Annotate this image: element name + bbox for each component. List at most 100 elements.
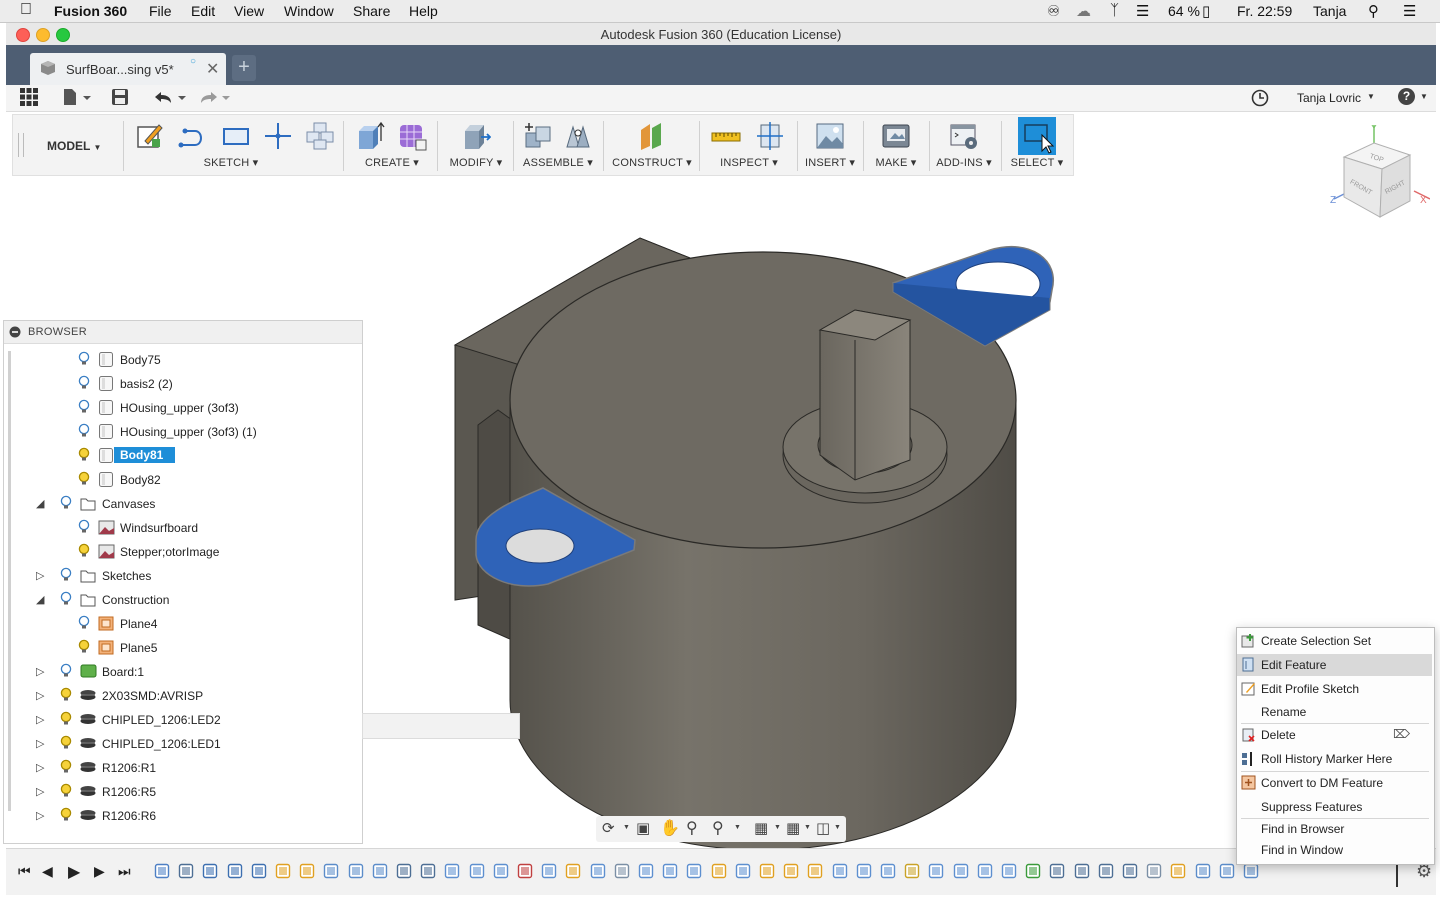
visibility-bulb-icon[interactable] bbox=[78, 639, 90, 658]
expand-node-icon[interactable]: ▷ bbox=[36, 665, 44, 678]
timeline-feature-extrude-icon[interactable] bbox=[348, 863, 364, 882]
visibility-bulb-icon[interactable] bbox=[78, 375, 90, 394]
select-tool-active-bg[interactable] bbox=[1018, 117, 1056, 155]
timeline-feature-move-icon[interactable] bbox=[1098, 863, 1114, 882]
browser-row[interactable]: HOusing_upper (3of3) bbox=[4, 398, 360, 418]
document-tab[interactable]: SurfBoar...sing v5* ○ ✕ bbox=[30, 53, 226, 85]
orbit-dropdown-icon[interactable]: ▼ bbox=[623, 824, 630, 831]
visibility-bulb-icon[interactable] bbox=[78, 447, 90, 466]
browser-row[interactable]: ▷ 2X03SMD:AVRISP bbox=[4, 686, 360, 706]
data-panel-grid-icon[interactable] bbox=[20, 88, 38, 106]
timeline-feature-sketch-icon[interactable] bbox=[711, 863, 727, 882]
browser-row[interactable]: Plane5 bbox=[4, 638, 360, 658]
toolbar-grip[interactable] bbox=[18, 133, 24, 157]
timeline-feature-combine-icon[interactable] bbox=[541, 863, 557, 882]
timeline-feature-extrude-icon[interactable] bbox=[1219, 863, 1235, 882]
expand-node-icon[interactable]: ▷ bbox=[36, 809, 44, 822]
timeline-play-icon[interactable]: ▶ bbox=[68, 862, 80, 882]
timeline-step-back-icon[interactable]: ◀ bbox=[42, 863, 53, 880]
visibility-bulb-icon[interactable] bbox=[78, 471, 90, 490]
orbit-icon[interactable]: ⟳ bbox=[602, 819, 615, 837]
context-menu-item[interactable]: Convert to DM Feature bbox=[1237, 772, 1432, 794]
apple-icon[interactable]:  bbox=[20, 1, 32, 19]
menu-file[interactable]: File bbox=[149, 3, 172, 19]
browser-row[interactable]: ▷ R1206:R6 bbox=[4, 806, 360, 826]
visibility-bulb-icon[interactable] bbox=[78, 351, 90, 370]
addins-menu[interactable]: ADD-INS ▾ bbox=[931, 156, 997, 169]
timeline-feature-split-icon[interactable] bbox=[517, 863, 533, 882]
timeline-feature-canvas-icon[interactable] bbox=[1146, 863, 1162, 882]
search-icon[interactable]: ⚲ bbox=[1368, 2, 1379, 20]
viewcube[interactable]: Y Z X TOP FRONT RIGHT bbox=[1330, 125, 1430, 225]
timeline-feature-move-icon[interactable] bbox=[1122, 863, 1138, 882]
timeline-feature-fillet-icon[interactable] bbox=[227, 863, 243, 882]
construct-menu[interactable]: CONSTRUCT ▾ bbox=[607, 156, 697, 169]
visibility-bulb-icon[interactable] bbox=[60, 711, 72, 730]
redo-icon[interactable] bbox=[198, 89, 234, 107]
modify-menu[interactable]: MODIFY ▾ bbox=[441, 156, 511, 169]
visibility-bulb-icon[interactable] bbox=[60, 687, 72, 706]
expand-node-icon[interactable]: ▷ bbox=[36, 569, 44, 582]
attached-canvas-icon[interactable] bbox=[815, 121, 845, 151]
clock[interactable]: Fr. 22:59 bbox=[1237, 3, 1292, 19]
timeline-feature-sketch-icon[interactable] bbox=[275, 863, 291, 882]
timeline-feature-extrude-icon[interactable] bbox=[372, 863, 388, 882]
creative-cloud-icon[interactable]: ☁ bbox=[1076, 2, 1091, 20]
visibility-bulb-icon[interactable] bbox=[60, 807, 72, 826]
browser-row[interactable]: Windsurfboard bbox=[4, 518, 360, 538]
collapse-browser-icon[interactable] bbox=[9, 326, 21, 338]
browser-row[interactable]: basis2 (2) bbox=[4, 374, 360, 394]
browser-row[interactable]: Body75 bbox=[4, 350, 360, 370]
visibility-bulb-icon[interactable] bbox=[78, 543, 90, 562]
inspect-menu[interactable]: INSPECT ▾ bbox=[703, 156, 795, 169]
timeline-feature-combine-icon[interactable] bbox=[832, 863, 848, 882]
timeline-feature-combine-icon[interactable] bbox=[638, 863, 654, 882]
grid-dropdown-icon[interactable]: ▼ bbox=[804, 824, 811, 831]
timeline-feature-combine-icon[interactable] bbox=[1001, 863, 1017, 882]
timeline-feature-sketch-icon[interactable] bbox=[299, 863, 315, 882]
browser-row[interactable]: Plane4 bbox=[4, 614, 360, 634]
timeline-feature-move-icon[interactable] bbox=[1049, 863, 1065, 882]
browser-row[interactable]: HOusing_upper (3of3) (1) bbox=[4, 422, 360, 442]
close-tab-icon[interactable]: ✕ bbox=[206, 59, 219, 79]
collapse-node-icon[interactable]: ◢ bbox=[36, 497, 44, 510]
joint-icon[interactable] bbox=[563, 121, 593, 151]
timeline-feature-board-icon[interactable] bbox=[1025, 863, 1041, 882]
menu-view[interactable]: View bbox=[234, 3, 264, 19]
context-menu-item[interactable]: Roll History Marker Here bbox=[1237, 748, 1432, 770]
menu-app-name[interactable]: Fusion 360 bbox=[54, 3, 127, 19]
collapse-node-icon[interactable]: ◢ bbox=[36, 593, 44, 606]
timeline-feature-combine-icon[interactable] bbox=[590, 863, 606, 882]
viewports-icon[interactable]: ◫ bbox=[816, 819, 830, 837]
timeline-feature-move-icon[interactable] bbox=[396, 863, 412, 882]
timeline-feature-coin-icon[interactable] bbox=[904, 863, 920, 882]
browser-row[interactable]: ▷ CHIPLED_1206:LED1 bbox=[4, 734, 360, 754]
fit-icon[interactable]: ⚲ bbox=[712, 818, 724, 838]
form-icon[interactable] bbox=[397, 121, 427, 151]
timeline-feature-extrude-icon[interactable] bbox=[1195, 863, 1211, 882]
context-menu-item[interactable]: Edit Feature bbox=[1237, 654, 1432, 676]
timeline-feature-move-icon[interactable] bbox=[178, 863, 194, 882]
timeline-feature-combine-icon[interactable] bbox=[493, 863, 509, 882]
menu-edit[interactable]: Edit bbox=[191, 3, 215, 19]
timeline-feature-sketch-icon[interactable] bbox=[807, 863, 823, 882]
timeline-go-start-icon[interactable]: ⏮ bbox=[18, 863, 31, 880]
display-dropdown-icon[interactable]: ▼ bbox=[774, 824, 781, 831]
pan-icon[interactable]: ✋ bbox=[660, 818, 680, 838]
grid-settings-icon[interactable]: ▦ bbox=[786, 819, 800, 837]
timeline-feature-combine-icon[interactable] bbox=[953, 863, 969, 882]
timeline-feature-combine-icon[interactable] bbox=[469, 863, 485, 882]
rectangle-icon[interactable] bbox=[221, 121, 251, 151]
line-icon[interactable] bbox=[177, 121, 207, 151]
timeline-feature-combine-icon[interactable] bbox=[662, 863, 678, 882]
timeline-feature-sketch-icon[interactable] bbox=[759, 863, 775, 882]
new-tab-button[interactable]: + bbox=[232, 55, 256, 81]
visibility-bulb-icon[interactable] bbox=[60, 567, 72, 586]
bluetooth-icon[interactable]: ᛉ bbox=[1110, 2, 1119, 19]
timeline-feature-combine-icon[interactable] bbox=[928, 863, 944, 882]
viewports-dropdown-icon[interactable]: ▼ bbox=[834, 824, 841, 831]
wifi-icon[interactable]: ☰ bbox=[1136, 2, 1149, 20]
context-menu-item[interactable]: Find in Browser bbox=[1237, 818, 1432, 840]
select-menu[interactable]: SELECT ▾ bbox=[1005, 156, 1069, 169]
press-pull-icon[interactable] bbox=[461, 121, 491, 151]
